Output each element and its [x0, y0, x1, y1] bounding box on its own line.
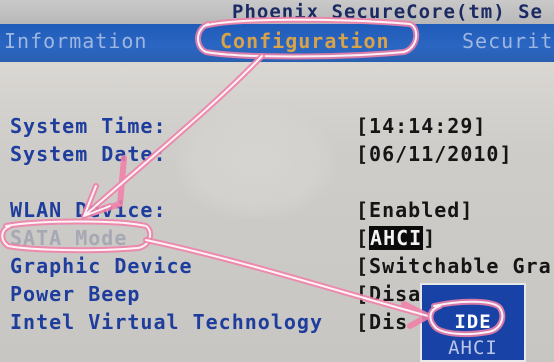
annotation-circle-configuration: [195, 16, 420, 60]
annotation-arrow-to-popup: [143, 237, 431, 329]
bios-screen: Phoenix SecureCore(tm) Se Information Co…: [0, 0, 554, 362]
annotation-circle-sata-mode: [0, 218, 154, 254]
annotation-circle-ide-option: [427, 298, 506, 338]
annotation-overlay: [0, 16, 506, 338]
